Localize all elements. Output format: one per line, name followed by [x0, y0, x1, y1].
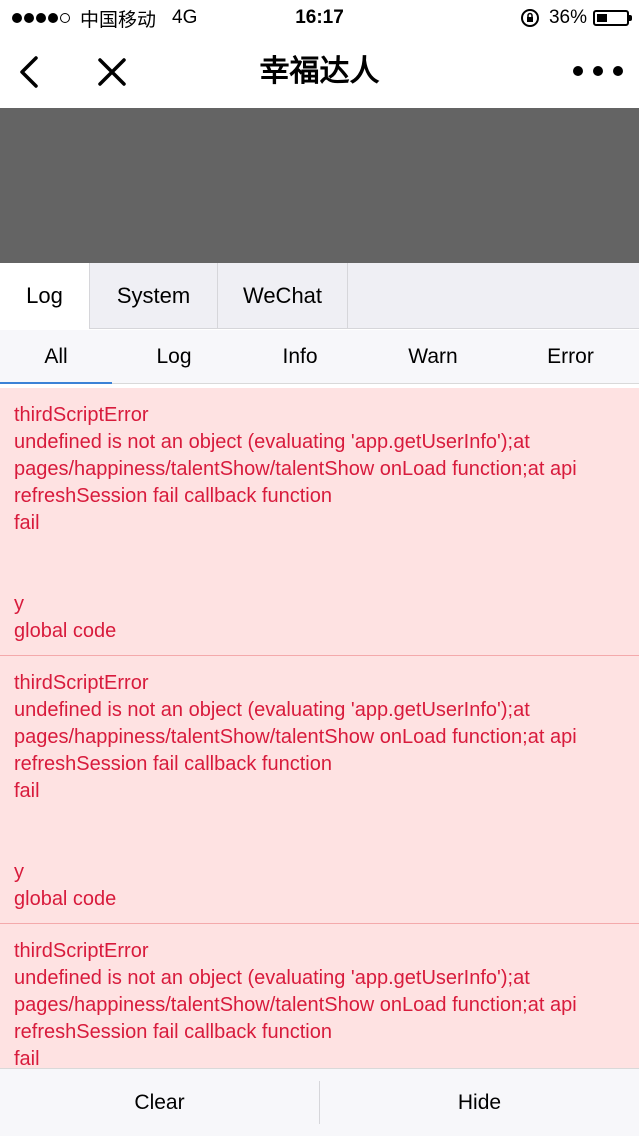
status-right: 36% [519, 6, 632, 30]
tab-wechat[interactable]: WeChat [218, 263, 348, 329]
console-bottom-bar: Clear Hide [0, 1068, 639, 1136]
filter-all[interactable]: All [0, 330, 112, 384]
status-bar: 中国移动 4G 16:17 36% [0, 0, 639, 36]
rotation-lock-icon [520, 9, 539, 27]
console-main-tabs: Log System WeChat [0, 263, 639, 329]
filter-error[interactable]: Error [502, 330, 639, 383]
hide-button[interactable]: Hide [320, 1069, 639, 1136]
filter-warn[interactable]: Warn [364, 330, 502, 383]
log-level-tabs: All Log Info Warn Error [0, 330, 639, 384]
filter-info[interactable]: Info [236, 330, 364, 383]
battery-percent: 36% [548, 7, 587, 28]
more-dots-icon[interactable] [573, 56, 623, 86]
tab-log[interactable]: Log [0, 263, 90, 329]
nav-bar: 幸福达人 [0, 36, 639, 108]
log-list[interactable]: thirdScriptError undefined is not an obj… [0, 388, 639, 1068]
tab-system[interactable]: System [90, 263, 218, 329]
log-entry-error: thirdScriptError undefined is not an obj… [0, 388, 639, 656]
console-header-area [0, 108, 639, 263]
log-entry-error: thirdScriptError undefined is not an obj… [0, 656, 639, 924]
battery-icon [593, 10, 632, 26]
close-icon[interactable] [90, 50, 134, 94]
chevron-left-icon[interactable] [10, 50, 50, 94]
clear-button[interactable]: Clear [0, 1069, 319, 1136]
log-entry-error: thirdScriptError undefined is not an obj… [0, 924, 639, 1068]
filter-log[interactable]: Log [112, 330, 236, 383]
